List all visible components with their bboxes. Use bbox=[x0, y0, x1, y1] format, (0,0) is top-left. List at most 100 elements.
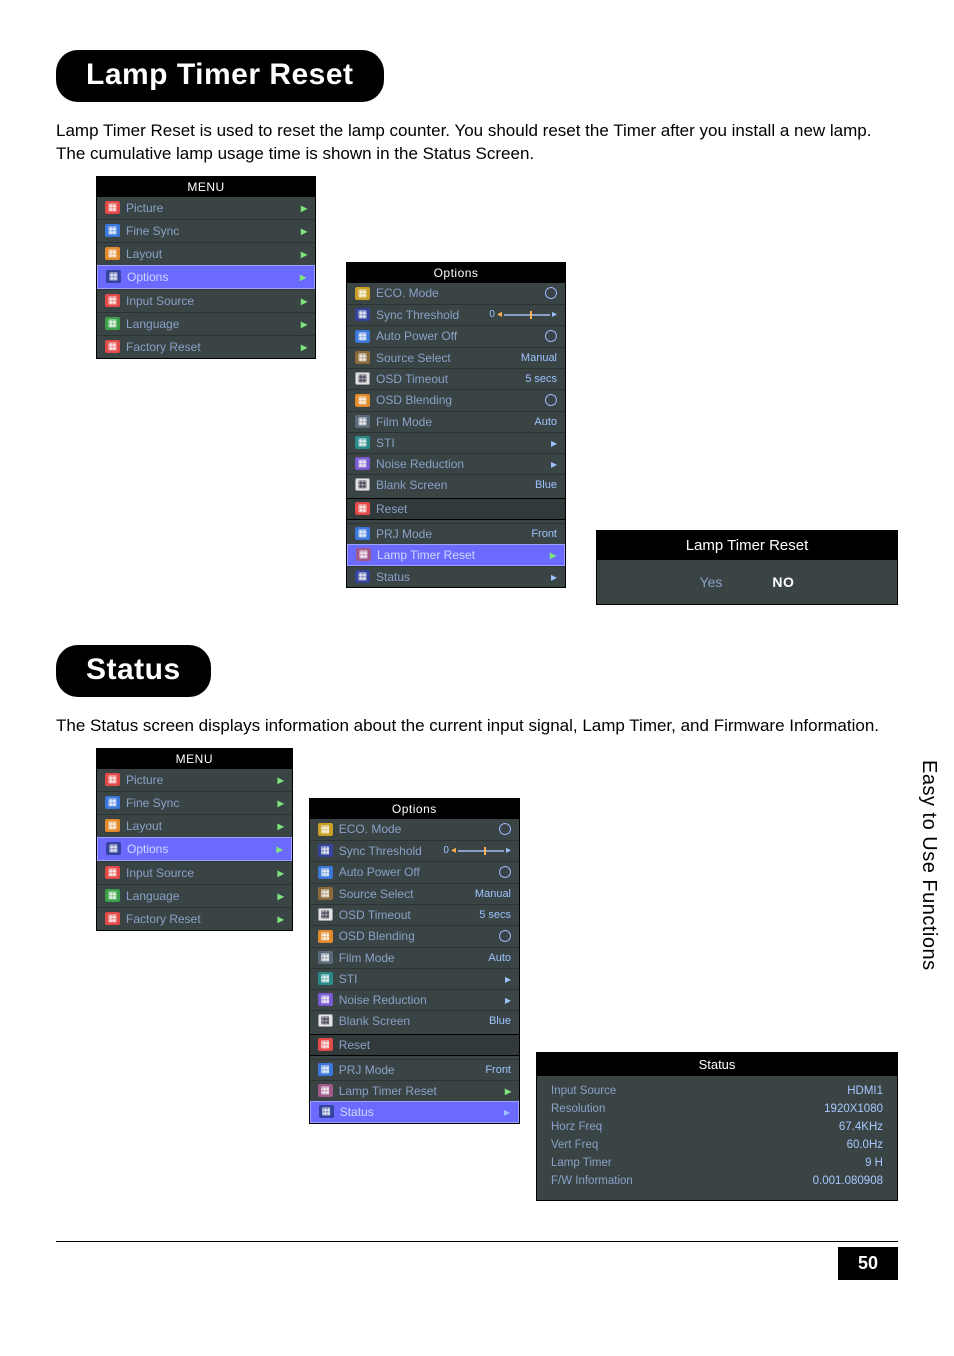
status-row-value: 0.001.080908 bbox=[813, 1175, 883, 1187]
chevron-right-icon: ▸ bbox=[301, 224, 307, 238]
status-row-input-source: Input SourceHDMI1 bbox=[551, 1082, 883, 1100]
section1-body: Lamp Timer Reset is used to reset the la… bbox=[56, 120, 898, 166]
options-item-auto-power-off[interactable]: ▦ Auto Power Off bbox=[310, 861, 519, 883]
menu-icon: ▦ bbox=[105, 247, 120, 260]
menu-icon: ▦ bbox=[105, 912, 120, 925]
options-item-sync-threshold[interactable]: ▦Sync Threshold0◂▸ bbox=[347, 304, 565, 325]
menu-icon: ▦ bbox=[106, 842, 121, 855]
options-item-blank-screen[interactable]: ▦Blank ScreenBlue bbox=[347, 474, 565, 495]
main-menu-item-layout[interactable]: ▦Layout▸ bbox=[97, 242, 315, 265]
menu-icon: ▦ bbox=[105, 773, 120, 786]
options-item-label: Auto Power Off bbox=[339, 865, 420, 879]
menu-icon: ▦ bbox=[105, 796, 120, 809]
main-menu-item-language[interactable]: ▦Language▸ bbox=[97, 312, 315, 335]
chevron-right-icon: ▸ bbox=[301, 294, 307, 308]
menu-item-label: Layout bbox=[126, 819, 162, 833]
options-item-prj-mode[interactable]: ▦PRJ ModeFront bbox=[347, 523, 565, 544]
menu-icon: ▦ bbox=[318, 1038, 333, 1051]
menu-icon: ▦ bbox=[356, 548, 371, 561]
section-heading-lamp-timer-reset: Lamp Timer Reset bbox=[56, 50, 384, 102]
ltr-option-yes[interactable]: Yes bbox=[700, 574, 723, 590]
chevron-right-icon: ▸ bbox=[301, 317, 307, 331]
menu-icon: ▦ bbox=[355, 415, 370, 428]
options-item-blank-screen[interactable]: ▦Blank ScreenBlue bbox=[310, 1010, 519, 1031]
menu-icon: ▦ bbox=[318, 972, 333, 985]
menu-item-label: Factory Reset bbox=[126, 912, 201, 926]
status-row-value: 1920X1080 bbox=[824, 1103, 883, 1115]
menu-icon: ▦ bbox=[106, 270, 121, 283]
options-item-sti[interactable]: ▦STI▸ bbox=[310, 968, 519, 989]
chevron-right-icon: ▸ bbox=[301, 201, 307, 215]
options-item-lamp-timer-reset[interactable]: ▦Lamp Timer Reset▸ bbox=[310, 1080, 519, 1101]
slider-track bbox=[504, 314, 550, 316]
options-item-label: Sync Threshold bbox=[376, 308, 459, 322]
main-menu-item-input-source[interactable]: ▦Input Source▸ bbox=[97, 289, 315, 312]
menu-item-label: Language bbox=[126, 889, 179, 903]
options-item-label: OSD Timeout bbox=[339, 908, 411, 922]
menu-icon: ▦ bbox=[319, 1105, 334, 1118]
menu-icon: ▦ bbox=[318, 866, 333, 879]
osd-main-menu-title: MENU bbox=[97, 177, 315, 197]
options-item-sync-threshold[interactable]: ▦Sync Threshold0◂▸ bbox=[310, 840, 519, 861]
menu-icon: ▦ bbox=[355, 351, 370, 364]
options-item-noise-reduction[interactable]: ▦Noise Reduction▸ bbox=[347, 453, 565, 474]
options-item-lamp-timer-reset[interactable]: ▦Lamp Timer Reset▸ bbox=[347, 544, 565, 566]
menu-item-label: Picture bbox=[126, 773, 163, 787]
options-item-source-select[interactable]: ▦Source SelectManual bbox=[310, 883, 519, 904]
options-item-status[interactable]: ▦Status▸ bbox=[310, 1101, 519, 1123]
osd-options-menu-title-2: Options bbox=[310, 799, 519, 819]
menu-icon: ▦ bbox=[355, 478, 370, 491]
menu-icon: ▦ bbox=[355, 436, 370, 449]
main-menu-item-picture[interactable]: ▦Picture▸ bbox=[97, 197, 315, 219]
options-item-source-select[interactable]: ▦Source SelectManual bbox=[347, 347, 565, 368]
options-item-film-mode[interactable]: ▦Film ModeAuto bbox=[347, 411, 565, 432]
options-item-film-mode[interactable]: ▦Film ModeAuto bbox=[310, 947, 519, 968]
main-menu-item-options[interactable]: ▦Options▸ bbox=[97, 837, 292, 861]
options-item-label: STI bbox=[376, 436, 395, 450]
chevron-right-icon: ▸ bbox=[300, 270, 306, 284]
main-menu-item-fine-sync[interactable]: ▦Fine Sync▸ bbox=[97, 791, 292, 814]
status-row-value: 60.0Hz bbox=[847, 1139, 883, 1151]
status-row-label: Horz Freq bbox=[551, 1121, 602, 1133]
chevron-right-icon: ▸ bbox=[505, 993, 511, 1007]
circle-icon bbox=[499, 865, 511, 880]
circle-icon bbox=[545, 286, 557, 301]
main-menu-item-factory-reset[interactable]: ▦Factory Reset▸ bbox=[97, 907, 292, 930]
options-item-noise-reduction[interactable]: ▦Noise Reduction▸ bbox=[310, 989, 519, 1010]
menu-item-label: Input Source bbox=[126, 294, 194, 308]
options-item-osd-blending[interactable]: ▦OSD Blending bbox=[347, 389, 565, 411]
options-item-label: Source Select bbox=[339, 887, 414, 901]
options-item-reset[interactable]: ▦Reset bbox=[310, 1034, 519, 1056]
main-menu-item-fine-sync[interactable]: ▦Fine Sync▸ bbox=[97, 219, 315, 242]
options-item-status[interactable]: ▦Status▸ bbox=[347, 566, 565, 587]
options-item-sti[interactable]: ▦STI▸ bbox=[347, 432, 565, 453]
options-item-auto-power-off[interactable]: ▦Auto Power Off bbox=[347, 325, 565, 347]
options-item-value: Auto bbox=[534, 416, 557, 428]
main-menu-item-picture[interactable]: ▦Picture▸ bbox=[97, 769, 292, 791]
circle-icon bbox=[545, 393, 557, 408]
options-item-prj-mode[interactable]: ▦PRJ ModeFront bbox=[310, 1059, 519, 1080]
chevron-right-icon: ▸ bbox=[550, 548, 556, 562]
options-item-value: Front bbox=[531, 528, 557, 540]
options-item-eco-mode[interactable]: ▦ECO. Mode bbox=[310, 819, 519, 840]
main-menu-item-layout[interactable]: ▦Layout▸ bbox=[97, 814, 292, 837]
main-menu-item-input-source[interactable]: ▦Input Source▸ bbox=[97, 861, 292, 884]
ltr-option-no[interactable]: NO bbox=[772, 574, 794, 590]
status-row-label: Resolution bbox=[551, 1103, 605, 1115]
options-item-label: Status bbox=[340, 1105, 374, 1119]
chevron-right-icon: ▸ bbox=[551, 570, 557, 584]
options-item-label: Lamp Timer Reset bbox=[339, 1084, 437, 1098]
menu-item-label: Fine Sync bbox=[126, 224, 179, 238]
options-item-osd-timeout[interactable]: ▦OSD Timeout5 secs bbox=[310, 904, 519, 925]
menu-icon: ▦ bbox=[318, 908, 333, 921]
options-item-osd-blending[interactable]: ▦OSD Blending bbox=[310, 925, 519, 947]
chevron-right-icon: ▸ bbox=[278, 889, 284, 903]
options-item-osd-timeout[interactable]: ▦OSD Timeout5 secs bbox=[347, 368, 565, 389]
main-menu-item-factory-reset[interactable]: ▦Factory Reset▸ bbox=[97, 335, 315, 358]
options-item-eco-mode[interactable]: ▦ECO. Mode bbox=[347, 283, 565, 304]
main-menu-item-language[interactable]: ▦Language▸ bbox=[97, 884, 292, 907]
options-item-reset[interactable]: ▦Reset bbox=[347, 498, 565, 520]
main-menu-item-options[interactable]: ▦Options▸ bbox=[97, 265, 315, 289]
page-side-tab: Easy to Use Functions bbox=[917, 760, 940, 971]
menu-icon: ▦ bbox=[355, 527, 370, 540]
